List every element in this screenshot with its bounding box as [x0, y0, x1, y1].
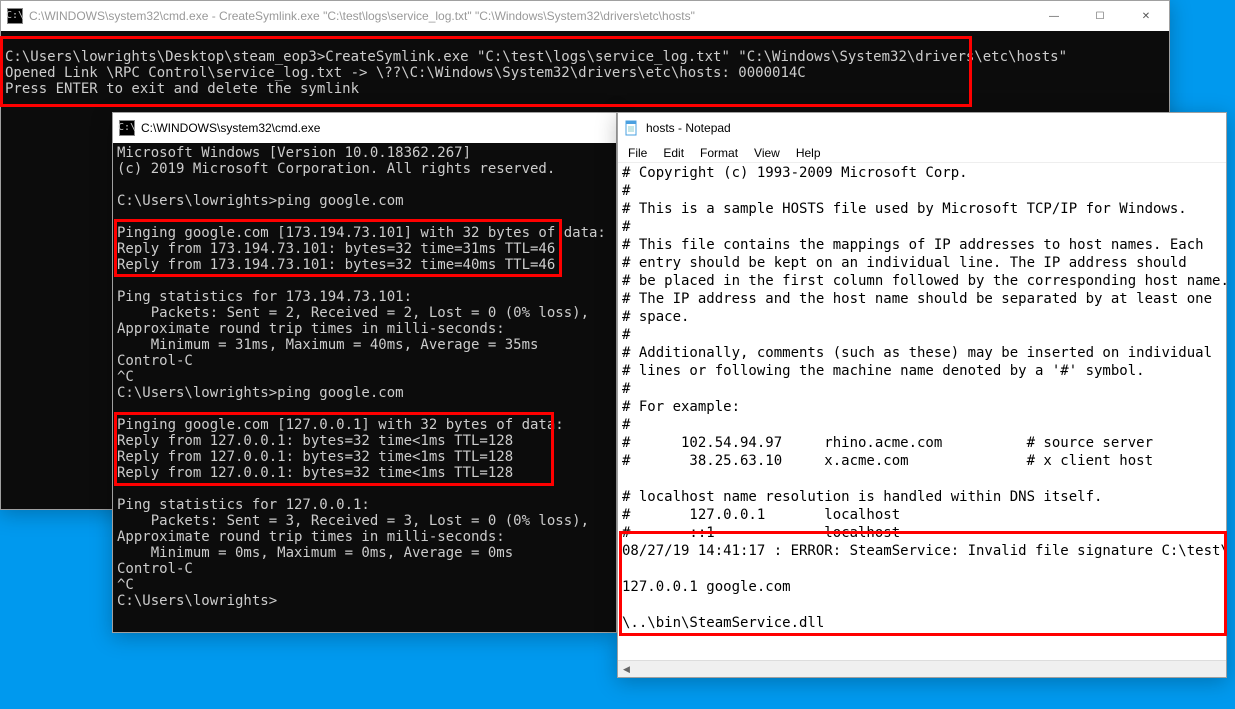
menu-edit[interactable]: Edit: [655, 144, 692, 162]
titlebar[interactable]: hosts - Notepad: [618, 113, 1226, 143]
scroll-left-icon[interactable]: ◀: [618, 661, 635, 678]
menu-bar: File Edit Format View Help: [618, 143, 1226, 163]
notepad-window[interactable]: hosts - Notepad File Edit Format View He…: [617, 112, 1227, 678]
horizontal-scrollbar[interactable]: ◀: [618, 660, 1226, 677]
notepad-icon: [624, 120, 640, 136]
close-button[interactable]: ✕: [1123, 1, 1169, 31]
menu-file[interactable]: File: [620, 144, 655, 162]
window-title: C:\WINDOWS\system32\cmd.exe: [141, 121, 616, 135]
menu-view[interactable]: View: [746, 144, 788, 162]
titlebar[interactable]: C:\ C:\WINDOWS\system32\cmd.exe: [113, 113, 616, 143]
cmd-window-ping[interactable]: C:\ C:\WINDOWS\system32\cmd.exe Microsof…: [112, 112, 617, 633]
menu-format[interactable]: Format: [692, 144, 746, 162]
cmd-icon: C:\: [119, 120, 135, 136]
titlebar[interactable]: C:\ C:\WINDOWS\system32\cmd.exe - Create…: [1, 1, 1169, 31]
text-area[interactable]: # Copyright (c) 1993-2009 Microsoft Corp…: [618, 163, 1226, 660]
minimize-button[interactable]: —: [1031, 1, 1077, 31]
window-title: C:\WINDOWS\system32\cmd.exe - CreateSyml…: [29, 9, 1031, 23]
terminal-output[interactable]: Microsoft Windows [Version 10.0.18362.26…: [113, 143, 616, 632]
menu-help[interactable]: Help: [788, 144, 829, 162]
maximize-button[interactable]: ☐: [1077, 1, 1123, 31]
cmd-icon: C:\: [7, 8, 23, 24]
window-title: hosts - Notepad: [646, 121, 1226, 135]
